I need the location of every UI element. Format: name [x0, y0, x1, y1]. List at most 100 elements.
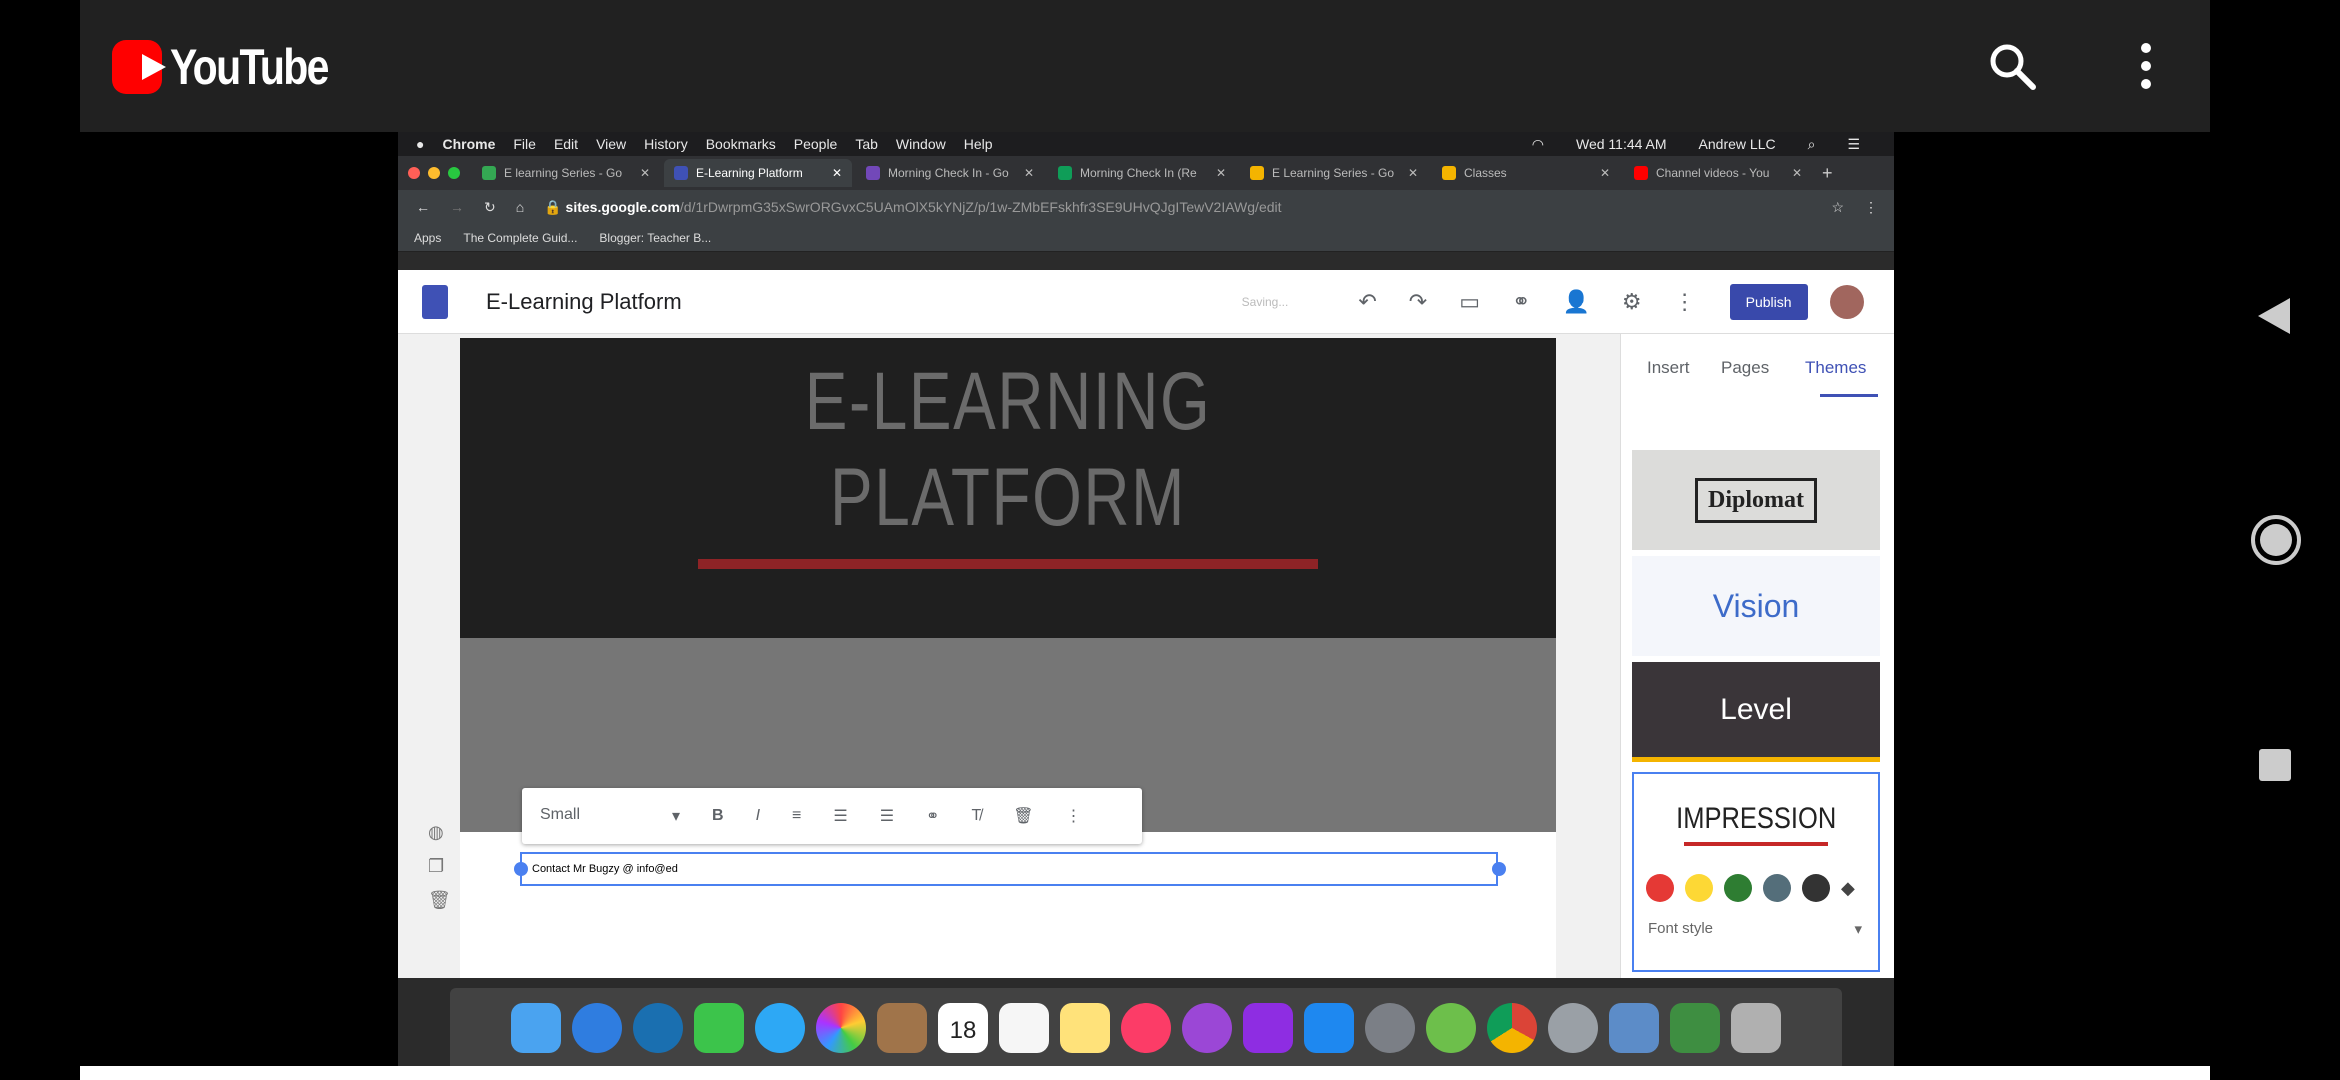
settings-icon[interactable]: ⚙: [1622, 289, 1642, 315]
color-swatch-slate[interactable]: [1763, 874, 1791, 902]
music-icon[interactable]: [1121, 1003, 1171, 1053]
downloads-folder-icon[interactable]: [1670, 1003, 1720, 1053]
more-vert-icon[interactable]: ⋮: [1066, 806, 1082, 826]
bookmark-star-icon[interactable]: ☆: [1831, 199, 1844, 216]
publish-button[interactable]: Publish: [1729, 283, 1808, 320]
minimize-window-icon[interactable]: [428, 167, 440, 179]
redo-icon[interactable]: ↷: [1409, 289, 1427, 315]
menu-people[interactable]: People: [794, 136, 838, 152]
close-tab-icon[interactable]: ✕: [1024, 166, 1034, 180]
apple-icon[interactable]: ●: [416, 136, 424, 152]
italic-button[interactable]: I: [756, 807, 760, 825]
spotlight-icon[interactable]: ⌕: [1808, 136, 1816, 153]
close-tab-icon[interactable]: ✕: [1216, 166, 1226, 180]
notes-icon[interactable]: [1060, 1003, 1110, 1053]
browser-tab-active[interactable]: E-Learning Platform ✕: [664, 159, 852, 187]
menu-help[interactable]: Help: [964, 136, 993, 152]
paint-bucket-icon[interactable]: ◆: [1841, 878, 1855, 899]
theme-vision[interactable]: Vision: [1632, 556, 1880, 656]
preview-icon[interactable]: ▭: [1459, 289, 1480, 315]
insert-link-icon[interactable]: ⚭: [926, 806, 939, 826]
back-nav-icon[interactable]: [2256, 296, 2292, 336]
maximize-window-icon[interactable]: [448, 167, 460, 179]
preview-app-icon[interactable]: [1609, 1003, 1659, 1053]
text-size-dropdown[interactable]: Small ▾: [540, 806, 680, 826]
trash-icon[interactable]: [1731, 1003, 1781, 1053]
color-swatch-yellow[interactable]: [1685, 874, 1713, 902]
align-icon[interactable]: ≡: [792, 807, 801, 825]
delete-section-icon[interactable]: 🗑: [428, 890, 451, 910]
bulleted-list-icon[interactable]: ☰: [880, 806, 894, 826]
back-icon[interactable]: ←: [416, 199, 430, 215]
youtube-logo[interactable]: YouTube: [112, 38, 362, 96]
app-store-icon[interactable]: [1304, 1003, 1354, 1053]
text-box[interactable]: Contact Mr Bugzy @ info@ed: [520, 852, 1498, 886]
menu-bookmarks[interactable]: Bookmarks: [706, 136, 776, 152]
theme-level[interactable]: Level: [1632, 662, 1880, 762]
menu-list-icon[interactable]: ☰: [1847, 136, 1860, 153]
wifi-icon[interactable]: ◠: [1532, 136, 1544, 153]
hero-title[interactable]: E-LEARNING PLATFORM: [581, 354, 1436, 546]
close-tab-icon[interactable]: ✕: [1408, 166, 1418, 180]
finder-icon[interactable]: [511, 1003, 561, 1053]
messages-icon[interactable]: [755, 1003, 805, 1053]
close-window-icon[interactable]: [408, 167, 420, 179]
resize-handle-right[interactable]: [1492, 862, 1506, 876]
menu-tab[interactable]: Tab: [855, 136, 878, 152]
color-swatch-red[interactable]: [1646, 874, 1674, 902]
safari-icon[interactable]: [572, 1003, 622, 1053]
site-title[interactable]: E-Learning Platform: [486, 289, 682, 315]
tab-insert[interactable]: Insert: [1647, 358, 1690, 378]
browser-tab[interactable]: Morning Check In (Re ✕: [1048, 159, 1236, 187]
reminders-icon[interactable]: [999, 1003, 1049, 1053]
system-preferences-icon[interactable]: [1365, 1003, 1415, 1053]
browser-tab[interactable]: Classes ✕: [1432, 159, 1620, 187]
forward-icon[interactable]: →: [450, 199, 464, 215]
recents-nav-icon[interactable]: [2258, 748, 2292, 782]
close-tab-icon[interactable]: ✕: [832, 166, 842, 180]
menu-window[interactable]: Window: [896, 136, 946, 152]
search-icon[interactable]: [1986, 40, 2040, 94]
bookmark-blogger[interactable]: Blogger: Teacher B...: [599, 231, 711, 245]
extensions-icon[interactable]: ⋮: [1864, 199, 1878, 216]
contacts-icon[interactable]: [877, 1003, 927, 1053]
bold-button[interactable]: B: [712, 807, 724, 825]
affinity-icon[interactable]: [1243, 1003, 1293, 1053]
calendar-icon[interactable]: 18: [938, 1003, 988, 1053]
color-swatch-black[interactable]: [1802, 874, 1830, 902]
bookmark-complete-guide[interactable]: The Complete Guid...: [463, 231, 577, 245]
color-swatch-green[interactable]: [1724, 874, 1752, 902]
google-sites-logo-icon[interactable]: [422, 284, 448, 319]
user-name[interactable]: Andrew LLC: [1699, 136, 1776, 153]
url-field[interactable]: 🔒 sites.google.com/d/1rDwrpmG35xSwrORGvx…: [544, 199, 1281, 216]
avatar[interactable]: [1829, 284, 1864, 319]
launchpad-icon[interactable]: [1548, 1003, 1598, 1053]
theme-impression-selected[interactable]: IMPRESSION ◆ Font style ▾: [1632, 772, 1880, 972]
text-box-content[interactable]: Contact Mr Bugzy @ info@ed: [532, 863, 678, 875]
bookmark-apps[interactable]: Apps: [414, 231, 441, 245]
photos-icon[interactable]: [816, 1003, 866, 1053]
palette-icon[interactable]: ◍: [428, 822, 446, 842]
link-icon[interactable]: ⚭: [1512, 289, 1530, 315]
quicktime-icon[interactable]: [633, 1003, 683, 1053]
menu-history[interactable]: History: [644, 136, 688, 152]
menu-edit[interactable]: Edit: [554, 136, 578, 152]
tab-themes[interactable]: Themes: [1805, 358, 1866, 378]
reload-icon[interactable]: ↻: [484, 199, 496, 216]
chrome-icon[interactable]: [1487, 1003, 1537, 1053]
theme-diplomat[interactable]: Diplomat: [1632, 450, 1880, 550]
resize-handle-left[interactable]: [514, 862, 528, 876]
facetime-icon[interactable]: [694, 1003, 744, 1053]
menu-chrome[interactable]: Chrome: [442, 136, 495, 152]
new-tab-icon[interactable]: +: [1822, 163, 1833, 184]
clear-format-icon[interactable]: T̸: [971, 807, 981, 825]
browser-tab[interactable]: E learning Series - Go ✕: [472, 159, 660, 187]
close-tab-icon[interactable]: ✕: [640, 166, 650, 180]
undo-icon[interactable]: ↶: [1358, 289, 1376, 315]
browser-tab[interactable]: E Learning Series - Go ✕: [1240, 159, 1428, 187]
share-icon[interactable]: 👤: [1562, 289, 1589, 315]
delete-icon[interactable]: 🗑: [1013, 806, 1033, 826]
duplicate-icon[interactable]: ❐: [428, 856, 446, 876]
home-nav-icon[interactable]: [2250, 514, 2302, 566]
font-style-dropdown[interactable]: Font style ▾: [1634, 902, 1878, 938]
